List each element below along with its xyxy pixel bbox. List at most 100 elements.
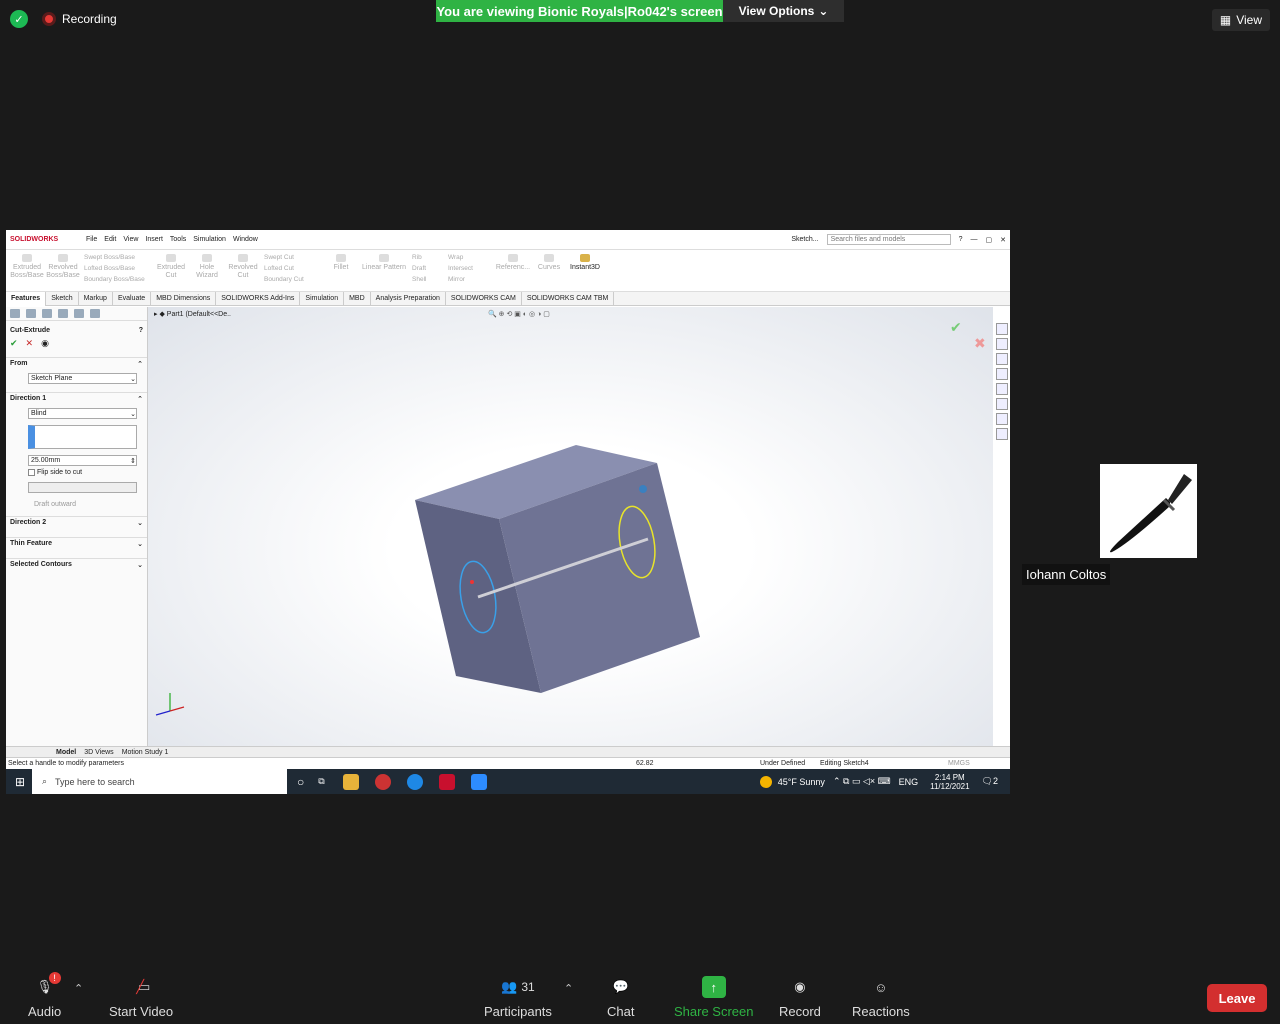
reactions-button[interactable]: ☺ Reactions bbox=[852, 976, 910, 1020]
extruded-boss-button[interactable]: Extruded Boss/Base bbox=[10, 254, 44, 279]
tab-mbd-dimensions[interactable]: MBD Dimensions bbox=[151, 291, 217, 306]
chrome-icon[interactable] bbox=[374, 773, 391, 790]
revolved-boss-button[interactable]: Revolved Boss/Base bbox=[46, 254, 80, 279]
solidworks-taskbar-icon[interactable] bbox=[438, 773, 455, 790]
tab-sketch[interactable]: Sketch bbox=[46, 291, 79, 306]
display-manager-icon[interactable] bbox=[74, 309, 84, 318]
globe-icon[interactable] bbox=[995, 413, 1008, 425]
start-video-button[interactable]: ▭ ╱ Start Video bbox=[109, 976, 173, 1019]
view-button[interactable]: ▦ View bbox=[1211, 9, 1270, 31]
swept-boss-button[interactable]: Swept Boss/Base bbox=[84, 254, 150, 261]
participant-video-thumbnail[interactable] bbox=[1100, 464, 1197, 558]
boundary-cut-button[interactable]: Boundary Cut bbox=[264, 276, 320, 283]
close-icon[interactable]: ✕ bbox=[1000, 236, 1006, 244]
extruded-cut-button[interactable]: Extruded Cut bbox=[156, 254, 186, 279]
clock[interactable]: 2:14 PM 11/12/2021 bbox=[930, 773, 969, 791]
custom-properties-icon[interactable] bbox=[995, 398, 1008, 410]
draft-button[interactable]: Draft bbox=[412, 265, 442, 272]
ok-icon[interactable]: ✔ bbox=[10, 338, 18, 349]
model-view[interactable] bbox=[148, 307, 993, 746]
participants-chevron-icon[interactable]: ⌃ bbox=[564, 982, 573, 995]
shared-screen[interactable]: SOLIDWORKS File Edit View Insert Tools Simula… bbox=[6, 230, 1010, 769]
tab-analysis-preparation[interactable]: Analysis Preparation bbox=[371, 291, 446, 306]
menu-item-file[interactable]: File bbox=[86, 236, 97, 243]
property-manager-icon[interactable] bbox=[26, 309, 36, 318]
menu-item-insert[interactable]: Insert bbox=[145, 236, 163, 243]
tab-evaluate[interactable]: Evaluate bbox=[113, 291, 152, 306]
menu-item-edit[interactable]: Edit bbox=[104, 236, 116, 243]
curves-button[interactable]: Curves bbox=[534, 254, 564, 272]
weather-text[interactable]: 45°F Sunny bbox=[778, 777, 825, 787]
minimize-icon[interactable]: — bbox=[971, 236, 978, 243]
menu-item-tools[interactable]: Tools bbox=[170, 236, 186, 243]
flip-side-checkbox[interactable]: Flip side to cut bbox=[28, 469, 147, 476]
lofted-cut-button[interactable]: Lofted Cut bbox=[264, 265, 320, 272]
menu-item-simulation[interactable]: Simulation bbox=[193, 236, 226, 243]
maximize-icon[interactable]: ▢ bbox=[986, 236, 993, 244]
tab-solidworks-add-ins[interactable]: SOLIDWORKS Add-Ins bbox=[216, 291, 301, 306]
recording-indicator[interactable]: Recording bbox=[42, 12, 117, 27]
language-indicator[interactable]: ENG bbox=[899, 777, 919, 787]
selected-contours-section[interactable]: Selected Contours ⌄ bbox=[6, 558, 147, 571]
draft-angle-input[interactable] bbox=[28, 482, 137, 493]
edge-icon[interactable] bbox=[406, 773, 423, 790]
hole-wizard-button[interactable]: Hole Wizard bbox=[192, 254, 222, 279]
fillet-button[interactable]: Fillet bbox=[326, 254, 356, 272]
cam-manager-icon[interactable] bbox=[90, 309, 100, 318]
model-tab-model[interactable]: Model bbox=[56, 749, 76, 756]
cancel-icon[interactable]: ✕ bbox=[26, 338, 34, 349]
menu-item-view[interactable]: View bbox=[123, 236, 138, 243]
revolved-cut-button[interactable]: Revolved Cut bbox=[228, 254, 258, 279]
participants-button[interactable]: 👥 31 Participants bbox=[484, 976, 552, 1019]
tab-mbd[interactable]: MBD bbox=[344, 291, 371, 306]
direction-selection-box[interactable] bbox=[28, 425, 137, 449]
direction1-section[interactable]: Direction 1 ⌃ bbox=[6, 392, 147, 405]
zoom-taskbar-icon[interactable] bbox=[470, 773, 487, 790]
end-condition-select[interactable]: Blind ⌄ bbox=[28, 408, 137, 419]
boundary-boss-button[interactable]: Boundary Boss/Base bbox=[84, 276, 150, 283]
swept-cut-button[interactable]: Swept Cut bbox=[264, 254, 320, 261]
file-explorer-icon[interactable] bbox=[342, 773, 359, 790]
instant3d-button[interactable]: Instant3D bbox=[570, 254, 600, 272]
view-options-button[interactable]: View Options ⌄ bbox=[723, 0, 844, 22]
wrap-button[interactable]: Wrap bbox=[448, 254, 492, 261]
intersect-button[interactable]: Intersect bbox=[448, 265, 492, 272]
record-button[interactable]: ◉ Record bbox=[779, 976, 821, 1019]
taskbar-search-input[interactable]: ⌕ Type here to search bbox=[32, 769, 287, 794]
graphics-area[interactable]: ▸ ◆ Part1 (Default<<De.. 🔍 ⊕ ⟲ ▣ ◐ ◎ ◑ ▢… bbox=[148, 307, 993, 746]
tab-features[interactable]: Features bbox=[6, 291, 47, 306]
cortana-icon[interactable]: ○ bbox=[297, 775, 304, 789]
reference-geometry-button[interactable]: Referenc... bbox=[496, 254, 530, 272]
share-screen-button[interactable]: ↑ Share Screen bbox=[674, 976, 754, 1019]
tab-simulation[interactable]: Simulation bbox=[300, 291, 345, 306]
tab-markup[interactable]: Markup bbox=[79, 291, 113, 306]
tray-icons[interactable]: ⌃ ⧉ ▭ ◁× ⌨ bbox=[833, 776, 891, 787]
lofted-boss-button[interactable]: Lofted Boss/Base bbox=[84, 265, 150, 272]
shell-button[interactable]: Shell bbox=[412, 276, 442, 283]
resources-icon[interactable] bbox=[995, 338, 1008, 350]
status-units[interactable]: MMGS bbox=[948, 760, 970, 767]
design-library-icon[interactable] bbox=[995, 353, 1008, 365]
search-input[interactable]: Search files and models bbox=[826, 234, 951, 245]
chat-button[interactable]: 💬 Chat bbox=[607, 976, 634, 1019]
model-tab-3d-views[interactable]: 3D Views bbox=[84, 749, 113, 756]
notification-icon[interactable]: 🗨2 bbox=[982, 776, 998, 787]
from-select[interactable]: Sketch Plane ⌄ bbox=[28, 373, 137, 384]
audio-options-chevron-icon[interactable]: ⌃ bbox=[74, 982, 83, 995]
help-icon[interactable]: ? bbox=[959, 236, 963, 243]
draft-outward-checkbox[interactable]: Draft outward bbox=[34, 501, 147, 508]
help-circle-icon[interactable]: ? bbox=[139, 327, 143, 334]
rib-button[interactable]: Rib bbox=[412, 254, 442, 261]
file-explorer-icon[interactable] bbox=[995, 368, 1008, 380]
direction2-section[interactable]: Direction 2 ⌄ bbox=[6, 516, 147, 529]
preview-eye-icon[interactable]: ◉ bbox=[41, 338, 49, 349]
shield-icon[interactable]: ✓ bbox=[10, 10, 28, 28]
depth-input[interactable]: 25.00mm ⇕ bbox=[28, 455, 137, 466]
from-section[interactable]: From ⌃ bbox=[6, 357, 147, 370]
appearances-icon[interactable] bbox=[995, 383, 1008, 395]
leave-button[interactable]: Leave bbox=[1207, 984, 1267, 1012]
windows-start-icon[interactable]: ⊞ bbox=[15, 775, 25, 789]
home-icon[interactable] bbox=[995, 323, 1008, 335]
tab-solidworks-cam[interactable]: SOLIDWORKS CAM bbox=[446, 291, 522, 306]
menu-item-window[interactable]: Window bbox=[233, 236, 258, 243]
